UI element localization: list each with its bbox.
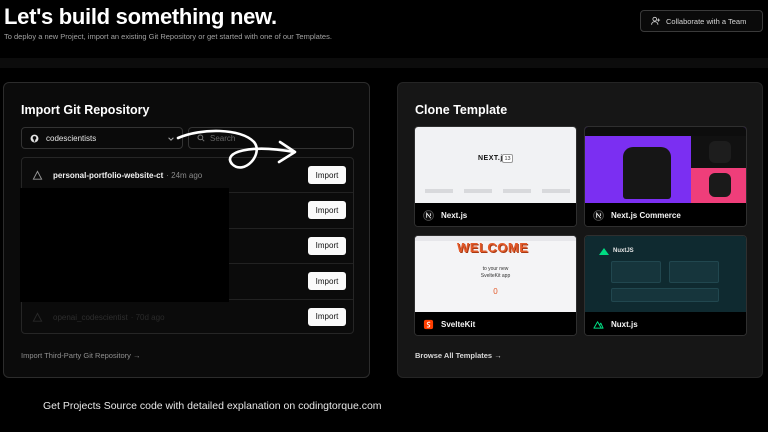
repository-name: personal-portfolio-website-ct (53, 170, 164, 180)
vercel-triangle-icon (32, 170, 43, 180)
nuxt-icon (593, 321, 604, 329)
nextjs-thumb-version: 13 (502, 154, 513, 163)
chevron-down-icon (168, 137, 174, 141)
import-button[interactable]: Import (308, 272, 346, 291)
svelte-thumb-line1: to your new (482, 266, 509, 272)
nextjs-icon (423, 210, 434, 221)
svelte-thumb-counter: 0 (493, 287, 498, 296)
nuxt-thumb-logo: NuxtJS (613, 248, 634, 254)
svelte-icon (423, 319, 434, 330)
nextjs-thumbnail: NEXT.js 13 (415, 127, 576, 203)
add-user-icon (651, 16, 661, 25)
clone-template-card: Clone Template NEXT.js 13 Next.js Next.j (397, 82, 763, 378)
git-account-select[interactable]: codescientists (21, 127, 183, 149)
template-name: Next.js Commerce (611, 211, 681, 220)
clone-card-title: Clone Template (415, 103, 508, 117)
nextjs-icon (593, 210, 604, 221)
source-code-note: Get Projects Source code with detailed e… (43, 400, 382, 412)
template-card-nextjs[interactable]: NEXT.js 13 Next.js (414, 126, 577, 227)
import-button[interactable]: Import (308, 201, 346, 220)
template-footer: SvelteKit (415, 312, 576, 335)
svelte-thumb-welcome: WELCOME (457, 240, 529, 255)
github-icon (30, 134, 39, 142)
redacted-overlay (20, 188, 229, 302)
template-name: Nuxt.js (611, 320, 638, 329)
collaborate-team-button[interactable]: Collaborate with a Team (640, 10, 763, 32)
template-name: Next.js (441, 211, 468, 220)
page-title: Let's build something new. (4, 4, 277, 29)
repository-row: openai_codescientist · 70d ago Import (22, 300, 353, 333)
git-account-name: codescientists (46, 133, 97, 143)
template-footer: Nuxt.js (585, 312, 746, 335)
import-third-party-link[interactable]: Import Third-Party Git Repository → (21, 351, 140, 360)
import-card-title: Import Git Repository (21, 103, 150, 117)
import-button[interactable]: Import (308, 236, 346, 255)
import-button[interactable]: Import (308, 307, 346, 326)
page-subtitle: To deploy a new Project, import an exist… (4, 32, 332, 41)
sveltekit-thumbnail: WELCOME to your new SvelteKit app 0 (415, 236, 576, 312)
import-button[interactable]: Import (308, 166, 346, 184)
svelte-thumb-line2: SvelteKit app (480, 273, 511, 279)
template-card-sveltekit[interactable]: WELCOME to your new SvelteKit app 0 Svel… (414, 235, 577, 336)
browse-all-templates-link[interactable]: Browse All Templates → (415, 351, 502, 360)
template-footer: Next.js Commerce (585, 203, 746, 226)
template-card-nextjs-commerce[interactable]: Next.js Commerce (584, 126, 747, 227)
nuxt-thumbnail: NuxtJS (585, 236, 746, 312)
template-footer: Next.js (415, 203, 576, 226)
template-name: SvelteKit (441, 320, 476, 329)
hand-drawn-arrow-icon (176, 129, 297, 169)
vercel-triangle-icon (32, 312, 43, 322)
commerce-thumbnail (585, 127, 746, 203)
header-divider-band (0, 58, 768, 68)
template-card-nuxtjs[interactable]: NuxtJS Nuxt.js (584, 235, 747, 336)
collaborate-team-label: Collaborate with a Team (666, 16, 747, 26)
repository-name: openai_codescientist (53, 312, 128, 322)
repository-updated-time: · 70d ago (130, 312, 165, 322)
